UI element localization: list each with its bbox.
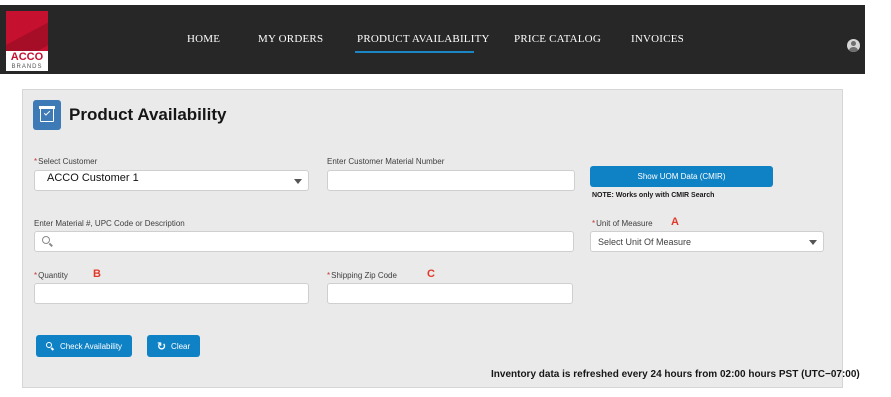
select-customer-label-text: Select Customer [38, 157, 98, 166]
nav-my-orders[interactable]: MY ORDERS [258, 33, 323, 45]
material-search-input[interactable] [34, 231, 574, 252]
top-nav-bar: ACCO BRANDS HOME MY ORDERS PRODUCT AVAIL… [0, 5, 865, 74]
logo-swatch [6, 11, 48, 51]
required-mark: * [592, 219, 596, 228]
shipping-zip-input[interactable] [327, 283, 573, 304]
unit-of-measure-placeholder: Select Unit Of Measure [598, 237, 692, 247]
quantity-input[interactable] [34, 283, 309, 304]
nav-price-catalog[interactable]: PRICE CATALOG [514, 33, 601, 45]
cmir-note: NOTE: Works only with CMIR Search [592, 192, 715, 199]
search-icon [42, 236, 54, 248]
inventory-refresh-note: Inventory data is refreshed every 24 hou… [491, 369, 860, 380]
nav-product-availability[interactable]: PRODUCT AVAILABILITY [357, 33, 490, 45]
clear-button[interactable]: ↻ Clear [147, 335, 200, 357]
logo-text: ACCO [10, 51, 44, 63]
customer-select-value: ACCO Customer 1 [47, 172, 139, 184]
unit-of-measure-select[interactable]: Select Unit Of Measure [590, 231, 824, 252]
customer-material-number-input[interactable] [327, 170, 575, 191]
user-avatar-icon[interactable] [847, 39, 860, 52]
check-mark [43, 109, 51, 116]
quantity-label: *Quantity [34, 271, 68, 280]
refresh-icon: ↻ [156, 339, 167, 353]
marker-a: A [671, 216, 679, 228]
search-icon [45, 342, 54, 350]
chevron-down-icon [809, 240, 817, 245]
unit-of-measure-label: *Unit of Measure [592, 219, 653, 228]
calendar-check-icon [33, 100, 61, 130]
customer-material-number-label: Enter Customer Material Number [327, 157, 445, 166]
check-availability-label: Check Availability [59, 341, 123, 351]
quantity-label-text: Quantity [38, 271, 68, 280]
marker-c: C [427, 268, 435, 280]
shipping-zip-label: *Shipping Zip Code [327, 271, 397, 280]
required-mark: * [34, 157, 38, 166]
nav-invoices[interactable]: INVOICES [631, 33, 684, 45]
customer-select[interactable]: ACCO Customer 1 [34, 170, 309, 191]
chevron-down-icon [294, 179, 302, 184]
show-uom-data-button[interactable]: Show UOM Data (CMIR) [590, 166, 773, 187]
page-title: Product Availability [69, 105, 227, 124]
unit-of-measure-label-text: Unit of Measure [596, 219, 653, 228]
shipping-zip-label-text: Shipping Zip Code [331, 271, 397, 280]
marker-b: B [93, 268, 101, 280]
select-customer-label: *Select Customer [34, 157, 97, 166]
active-nav-indicator [355, 51, 474, 53]
material-search-label: Enter Material #, UPC Code or Descriptio… [34, 219, 185, 228]
clear-label: Clear [171, 341, 191, 351]
required-mark: * [34, 271, 38, 280]
nav-home[interactable]: HOME [187, 33, 220, 45]
check-availability-button[interactable]: Check Availability [36, 335, 132, 357]
required-mark: * [327, 271, 331, 280]
logo-subtext: BRANDS [11, 64, 43, 70]
acco-brands-logo[interactable]: ACCO BRANDS [6, 11, 48, 71]
calendar-box [39, 106, 55, 122]
